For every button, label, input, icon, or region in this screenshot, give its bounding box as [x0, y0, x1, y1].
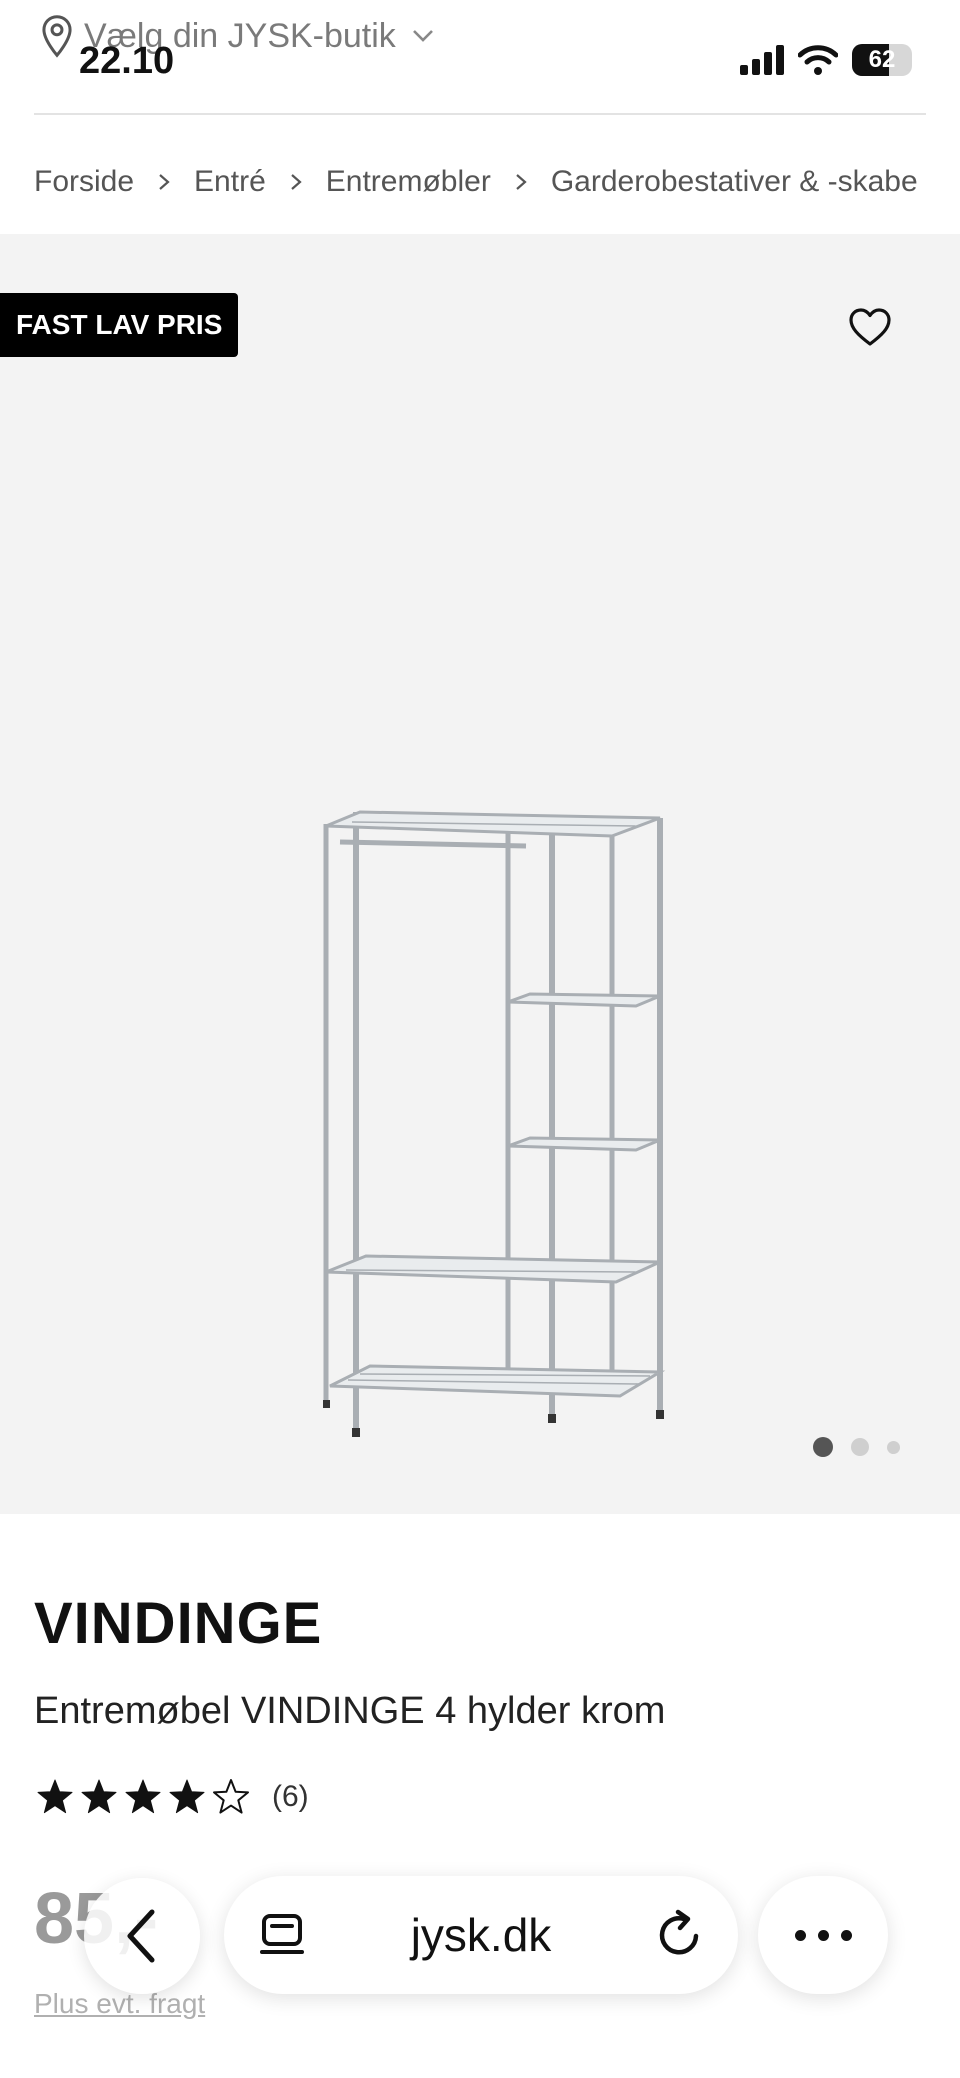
chevron-right-icon — [159, 174, 170, 190]
freight-link[interactable]: Plus evt. fragt — [34, 1988, 205, 2020]
breadcrumb-separator — [134, 165, 194, 199]
back-button[interactable] — [84, 1878, 200, 1994]
star-filled-icon — [169, 1779, 205, 1814]
reload-icon[interactable] — [652, 1908, 706, 1962]
top-bar: Vælg din JYSK-butik 22.10 62 — [0, 0, 960, 116]
more-dot — [840, 1929, 852, 1941]
more-dot — [817, 1929, 829, 1941]
signal-icon — [740, 45, 784, 75]
battery-level: 62 — [868, 46, 896, 73]
wifi-icon — [798, 45, 838, 75]
chevron-left-icon — [127, 1909, 155, 1963]
status-time: 22.10 — [79, 40, 175, 82]
gallery-dot[interactable] — [813, 1437, 833, 1457]
breadcrumb-item-garderobestativer[interactable]: Garderobestativer & -skabe — [551, 165, 918, 199]
heart-icon[interactable] — [848, 307, 892, 347]
breadcrumb-separator — [266, 165, 326, 199]
header-divider — [34, 113, 926, 115]
product-rating[interactable]: (6) — [36, 1778, 309, 1816]
breadcrumb-item-entremobler[interactable]: Entremøbler — [326, 165, 491, 199]
breadcrumb: Forside Entré Entremøbler Garderobestati… — [34, 160, 960, 204]
rating-stars — [36, 1778, 250, 1816]
gallery-dot[interactable] — [851, 1438, 869, 1456]
location-pin-icon — [42, 15, 72, 58]
chevron-right-icon — [516, 174, 527, 190]
product-name: Entremøbel VINDINGE 4 hylder krom — [34, 1690, 666, 1732]
star-empty-icon — [213, 1779, 249, 1814]
breadcrumb-item-entre[interactable]: Entré — [194, 165, 266, 199]
more-dot — [794, 1929, 806, 1941]
star-filled-icon — [125, 1779, 161, 1814]
more-icon[interactable] — [758, 1876, 888, 1994]
gallery-pagination[interactable] — [813, 1437, 900, 1457]
chevron-right-icon — [291, 174, 302, 190]
product-image[interactable] — [290, 534, 680, 1444]
status-icons: 62 — [740, 44, 912, 76]
gallery-dot[interactable] — [887, 1440, 900, 1454]
review-count: (6) — [272, 1780, 309, 1813]
chevron-down-icon — [412, 30, 433, 42]
address-bar[interactable]: jysk.dk — [224, 1876, 738, 1994]
product-gallery[interactable]: FAST LAV PRIS — [0, 234, 960, 1514]
breadcrumb-separator — [491, 165, 551, 199]
star-filled-icon — [37, 1779, 73, 1814]
star-filled-icon — [81, 1779, 117, 1814]
price-badge: FAST LAV PRIS — [0, 293, 239, 357]
product-brand: VINDINGE — [34, 1591, 323, 1656]
battery-indicator: 62 — [852, 44, 912, 76]
breadcrumb-item-forside[interactable]: Forside — [34, 165, 134, 199]
